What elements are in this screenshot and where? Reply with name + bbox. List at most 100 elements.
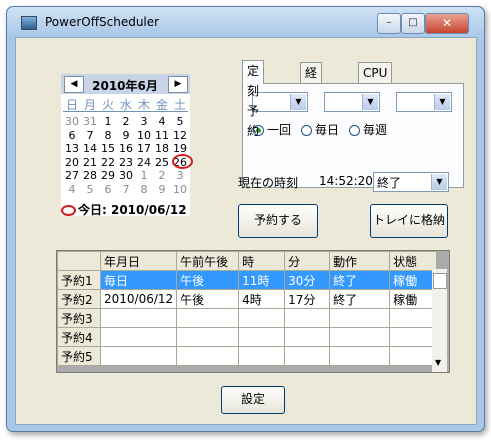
calendar-day[interactable]: 3: [171, 169, 189, 182]
calendar-day[interactable]: 29: [99, 169, 117, 182]
tray-button[interactable]: トレイに格納: [370, 204, 448, 238]
row-header[interactable]: 予約3: [57, 308, 101, 328]
combo-3[interactable]: ▼: [396, 92, 452, 112]
calendar-day[interactable]: 23: [117, 156, 135, 169]
calendar-day[interactable]: 4: [153, 115, 171, 128]
table-cell[interactable]: [284, 346, 331, 366]
next-month-button[interactable]: ▶: [168, 76, 188, 93]
schedule-grid[interactable]: 年月日 午前午後 時 分 動作 状態 予約1 毎日 午後 11時 30分 終了 …: [56, 250, 450, 373]
table-cell[interactable]: [99, 327, 178, 347]
calendar-day[interactable]: 21: [81, 156, 99, 169]
vertical-scrollbar[interactable]: ▼: [432, 269, 447, 372]
table-cell[interactable]: 午後: [176, 289, 240, 309]
calendar-day[interactable]: 12: [171, 129, 189, 142]
prev-month-button[interactable]: ◀: [64, 76, 84, 93]
calendar-day[interactable]: 16: [117, 142, 135, 155]
table-cell[interactable]: [176, 327, 240, 347]
month-calendar[interactable]: ◀ 2010年6月 ▶ 日月火水木金土 30 31 1 2 3 4 5 6 7 8 9 10 11 12 13…: [61, 74, 193, 218]
table-cell[interactable]: [389, 346, 438, 366]
radio-daily[interactable]: 毎日: [301, 121, 339, 138]
table-cell[interactable]: [99, 308, 178, 328]
table-cell[interactable]: 30分: [284, 270, 331, 290]
combo-2[interactable]: ▼: [324, 92, 380, 112]
table-cell[interactable]: 終了: [329, 270, 391, 290]
scroll-thumb[interactable]: [433, 273, 447, 289]
tab-cpu-usage[interactable]: CPU使用率: [358, 62, 393, 120]
column-header[interactable]: 年月日: [99, 251, 178, 271]
column-header[interactable]: 分: [284, 251, 331, 271]
table-row[interactable]: 予約3: [57, 308, 438, 328]
calendar-day[interactable]: 5: [171, 115, 189, 128]
column-header[interactable]: 午前午後: [176, 251, 240, 271]
row-header[interactable]: 予約1: [57, 270, 101, 290]
table-cell[interactable]: [99, 346, 178, 366]
table-cell[interactable]: [329, 346, 391, 366]
table-cell[interactable]: [176, 308, 240, 328]
table-cell[interactable]: [238, 308, 286, 328]
table-cell[interactable]: 11時: [238, 270, 286, 290]
calendar-day[interactable]: 6: [99, 183, 117, 196]
calendar-day[interactable]: 30: [117, 169, 135, 182]
calendar-day[interactable]: 7: [117, 183, 135, 196]
tab-fixed-time[interactable]: 定刻予約: [242, 60, 265, 138]
close-button[interactable]: ✕: [425, 13, 469, 34]
column-header[interactable]: 状態: [389, 251, 438, 271]
calendar-day[interactable]: 3: [135, 115, 153, 128]
today-link[interactable]: 今日: 2010/06/12: [61, 201, 187, 218]
title-bar[interactable]: PowerOffScheduler – □ ✕: [7, 7, 484, 37]
maximize-button[interactable]: □: [401, 13, 425, 34]
calendar-day[interactable]: 1: [135, 169, 153, 182]
calendar-day[interactable]: 13: [63, 142, 81, 155]
calendar-day[interactable]: 2: [117, 115, 135, 128]
calendar-day[interactable]: 15: [99, 142, 117, 155]
calendar-day[interactable]: 30: [63, 115, 81, 128]
table-cell[interactable]: [389, 308, 438, 328]
calendar-day[interactable]: 7: [81, 129, 99, 142]
calendar-day[interactable]: 20: [63, 156, 81, 169]
calendar-day[interactable]: 9: [153, 183, 171, 196]
calendar-day[interactable]: 25: [153, 156, 171, 169]
calendar-day[interactable]: 9: [117, 129, 135, 142]
table-cell[interactable]: 2010/06/12: [99, 289, 178, 309]
calendar-day[interactable]: 8: [135, 183, 153, 196]
table-cell[interactable]: [284, 327, 331, 347]
calendar-day[interactable]: 31: [81, 115, 99, 128]
table-cell[interactable]: 稼働: [389, 289, 438, 309]
row-header[interactable]: 予約5: [57, 346, 101, 366]
tab-elapsed[interactable]: 経過予約: [300, 62, 323, 140]
column-header[interactable]: 動作: [329, 251, 391, 271]
calendar-day[interactable]: 14: [81, 142, 99, 155]
row-header[interactable]: 予約2: [57, 289, 101, 309]
calendar-day[interactable]: 1: [99, 115, 117, 128]
calendar-day[interactable]: 5: [81, 183, 99, 196]
table-cell[interactable]: [238, 327, 286, 347]
calendar-day[interactable]: 19: [171, 142, 189, 155]
calendar-day[interactable]: 6: [63, 129, 81, 142]
table-cell[interactable]: [284, 308, 331, 328]
calendar-day[interactable]: 18: [153, 142, 171, 155]
row-header[interactable]: 予約4: [57, 327, 101, 347]
settings-button[interactable]: 設定: [221, 386, 285, 414]
table-cell[interactable]: [329, 308, 391, 328]
calendar-day[interactable]: 28: [81, 169, 99, 182]
calendar-day[interactable]: 24: [135, 156, 153, 169]
table-cell[interactable]: 4時: [238, 289, 286, 309]
calendar-day[interactable]: 10: [135, 129, 153, 142]
calendar-day[interactable]: 17: [135, 142, 153, 155]
combo-1[interactable]: ▼: [252, 92, 308, 112]
table-row[interactable]: 予約1 毎日 午後 11時 30分 終了 稼働: [57, 270, 438, 290]
reserve-button[interactable]: 予約する: [238, 204, 318, 238]
calendar-day[interactable]: 8: [99, 129, 117, 142]
table-cell[interactable]: 終了: [329, 289, 391, 309]
column-header[interactable]: 時: [238, 251, 286, 271]
minimize-button[interactable]: –: [377, 13, 401, 34]
calendar-day[interactable]: 4: [63, 183, 81, 196]
table-cell[interactable]: 毎日: [99, 270, 178, 290]
scroll-down-icon[interactable]: ▼: [435, 358, 441, 367]
calendar-day[interactable]: 27: [63, 169, 81, 182]
table-row[interactable]: 予約2 2010/06/12 午後 4時 17分 終了 稼働: [57, 289, 438, 309]
table-cell[interactable]: [389, 327, 438, 347]
radio-weekly[interactable]: 毎週: [349, 121, 387, 138]
table-row[interactable]: 予約5: [57, 346, 438, 366]
calendar-day[interactable]: 2: [153, 169, 171, 182]
